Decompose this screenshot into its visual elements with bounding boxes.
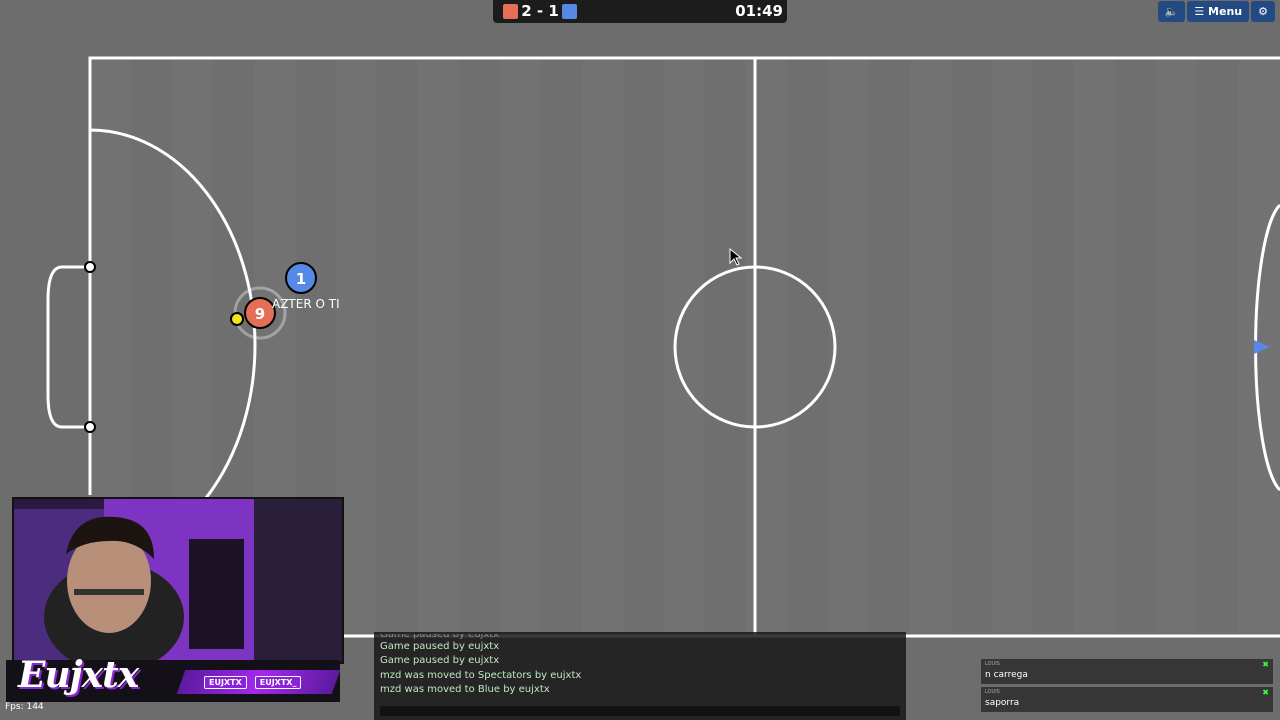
list-item-label: LOUIS [985, 661, 1000, 667]
fps-counter: Fps: 144 [5, 702, 44, 712]
social-handles: EUJXTX EUJXTX_ [204, 676, 302, 689]
score: 2 - 1 [519, 2, 561, 20]
list-item-name: saporra [985, 698, 1020, 708]
chat-box: Game paused by eujxtx Game paused by euj… [374, 632, 906, 720]
chat-message: mzd was moved to Blue by eujxtx [380, 683, 550, 695]
red-team-color [503, 4, 518, 19]
webcam-overlay [12, 497, 344, 664]
chat-message: Game paused by eujxtx [380, 641, 500, 652]
blue-team-color [562, 4, 577, 19]
ball [230, 312, 244, 326]
red-score: 2 [521, 2, 532, 20]
streamer-banner: Eujxtx EUJXTX EUJXTX_ [6, 654, 341, 702]
close-icon[interactable]: ✖ [1262, 688, 1269, 697]
settings-button[interactable]: ⚙ [1251, 1, 1275, 22]
menu-label: Menu [1208, 5, 1243, 18]
webcam-image [14, 499, 342, 662]
chat-input[interactable] [380, 706, 900, 716]
chat-messages: Game paused by eujxtx Game paused by euj… [380, 634, 900, 697]
score-separator: - [536, 2, 544, 20]
player-number: 1 [296, 270, 306, 288]
speaker-icon: 🔈 [1164, 5, 1179, 18]
instagram-handle: EUJXTX [204, 676, 247, 689]
chat-message: mzd was moved to Spectators by eujxtx [380, 669, 582, 681]
menu-button[interactable]: ☰ Menu [1187, 1, 1250, 22]
player-name: AZTER O TI [272, 297, 340, 311]
list-item-label: LOUIS [985, 689, 1000, 695]
close-icon[interactable]: ✖ [1262, 660, 1269, 669]
scoreboard: 2 - 1 01:49 [493, 0, 787, 23]
gear-icon: ⚙ [1258, 5, 1268, 18]
goal-post-bottom [84, 421, 96, 433]
chat-message: Game paused by eujxtx [380, 634, 500, 640]
twitch-handle: EUJXTX_ [254, 676, 302, 689]
player-number: 9 [255, 305, 265, 323]
top-menu: 🔈 ☰ Menu ⚙ [1157, 1, 1275, 22]
list-item-name: n carrega [985, 670, 1028, 680]
right-list-item: LOUIS n carrega ✖ [981, 659, 1273, 684]
game-clock: 01:49 [735, 2, 783, 20]
chat-message: Game paused by eujxtx [380, 655, 500, 667]
hamburger-icon: ☰ [1194, 5, 1205, 18]
player-blue-1: 1 [285, 262, 317, 294]
goal-post-top [84, 261, 96, 273]
blue-score: 1 [548, 2, 559, 20]
streamer-logo: Eujxtx [18, 654, 139, 696]
sound-button[interactable]: 🔈 [1157, 1, 1186, 22]
right-list-item: LOUIS saporra ✖ [981, 687, 1273, 712]
